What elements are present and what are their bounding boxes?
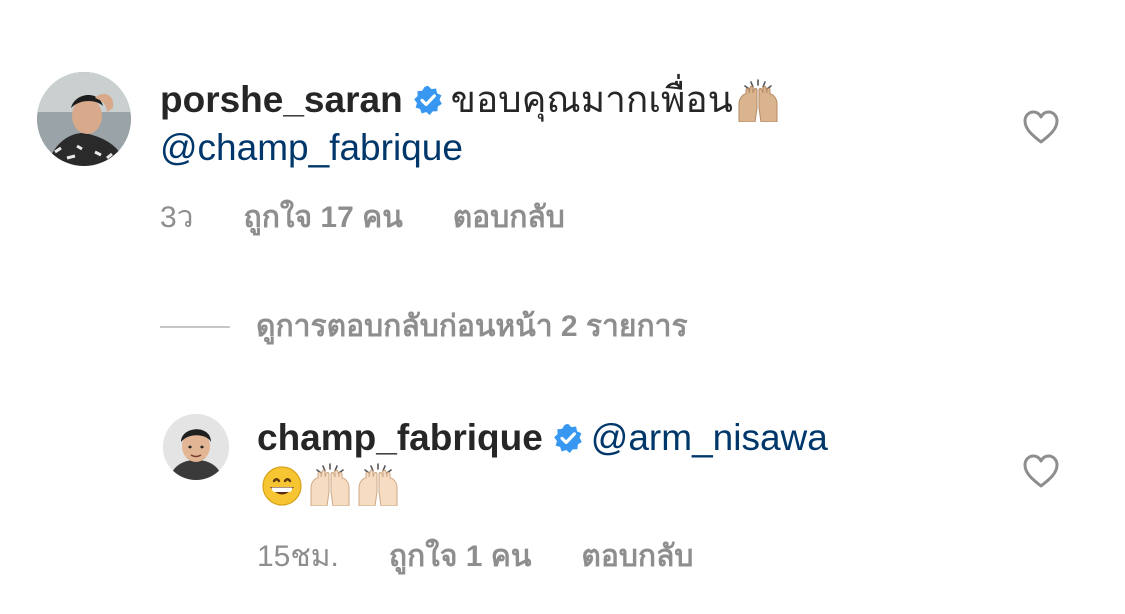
comment-2-body <box>257 462 401 506</box>
heart-outline-icon[interactable] <box>1022 453 1060 489</box>
comment-2-header: champ_fabrique @arm_nisawa <box>257 416 828 460</box>
raising-hands-emoji <box>355 462 401 506</box>
comment-2-username[interactable]: champ_fabrique <box>257 416 543 460</box>
comment-2-meta: 15ชม. ถูกใจ 1 คน ตอบกลับ <box>257 537 743 577</box>
comment-1-username[interactable]: porshe_saran <box>160 78 403 122</box>
raising-hands-emoji <box>307 462 353 506</box>
grinning-face-emoji <box>259 462 305 506</box>
comment-1-time: 3ว <box>160 201 194 234</box>
raising-hands-emoji <box>735 78 781 122</box>
comment-1-body: @champ_fabrique <box>160 126 463 170</box>
comment-1-reply-button[interactable]: ตอบกลับ <box>453 198 565 238</box>
avatar-champ-fabrique[interactable] <box>163 414 229 480</box>
comment-2-time: 15ชม. <box>257 540 339 573</box>
verified-badge-icon <box>413 85 443 115</box>
comment-2-mention[interactable]: @arm_nisawa <box>591 416 828 460</box>
comment-1-meta: 3ว ถูกใจ 17 คน ตอบกลับ <box>160 198 615 238</box>
view-previous-replies-label: ดูการตอบกลับก่อนหน้า 2 รายการ <box>256 310 688 343</box>
heart-outline-icon[interactable] <box>1022 109 1060 145</box>
comment-2-reply-button[interactable]: ตอบกลับ <box>581 537 693 577</box>
comment-1-header: porshe_saran ขอบคุณมากเพื่อน <box>160 78 781 122</box>
comment-2-likes[interactable]: ถูกใจ 1 คน <box>389 537 532 577</box>
comment-1-likes[interactable]: ถูกใจ 17 คน <box>244 198 403 238</box>
verified-badge-icon <box>553 423 583 453</box>
avatar-porshe-saran[interactable] <box>37 72 131 166</box>
comment-1-text: ขอบคุณมากเพื่อน <box>450 79 733 120</box>
comment-1-mention[interactable]: @champ_fabrique <box>160 126 463 170</box>
replies-divider-line <box>160 326 230 328</box>
view-previous-replies-button[interactable]: ดูการตอบกลับก่อนหน้า 2 รายการ <box>160 307 688 347</box>
